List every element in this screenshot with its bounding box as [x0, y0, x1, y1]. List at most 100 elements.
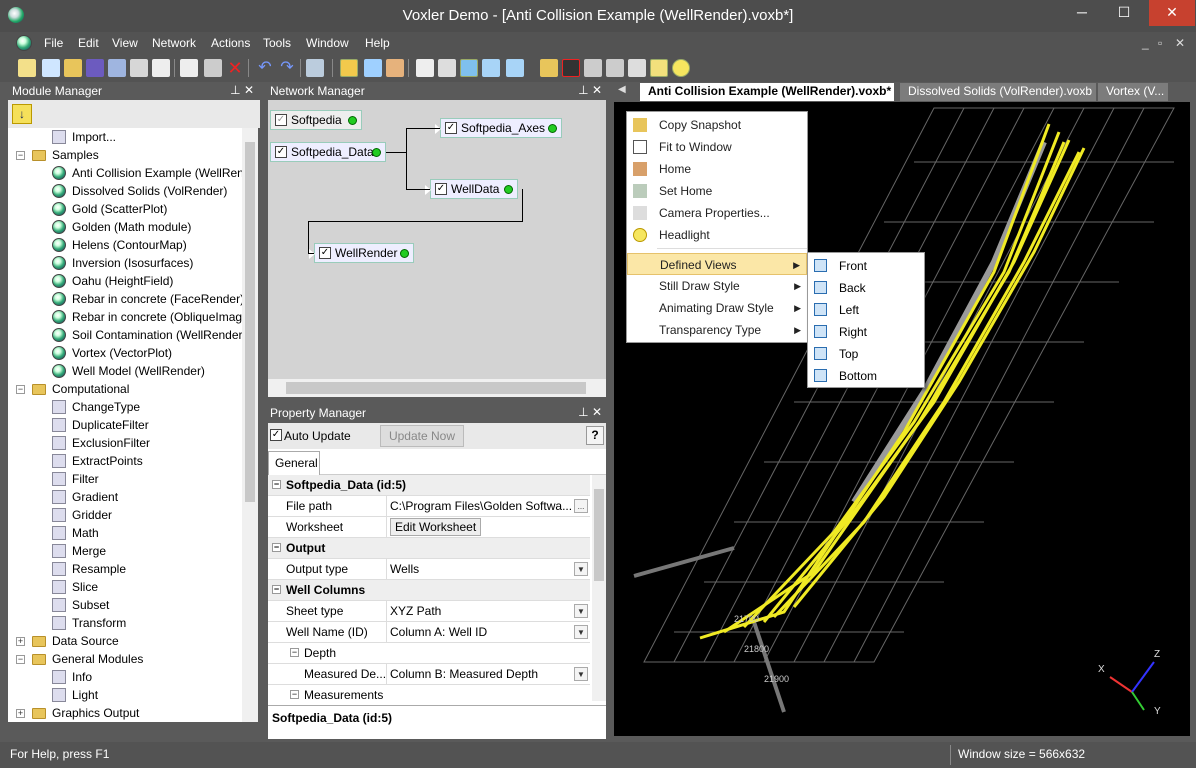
menu-edit[interactable]: Edit — [78, 36, 99, 50]
menu-network[interactable]: Network — [152, 36, 196, 50]
menu-help[interactable]: Help — [365, 36, 390, 50]
tree-item[interactable]: Merge — [8, 542, 240, 560]
redo-icon[interactable]: ↷ — [278, 59, 296, 77]
tab-dissolved-solids[interactable]: Dissolved Solids (VolRender).voxb — [900, 83, 1096, 101]
camera-properties-icon[interactable] — [628, 59, 646, 77]
menu-item-home[interactable]: Home — [627, 158, 807, 180]
menu-item-front[interactable]: Front — [808, 255, 924, 277]
tree-item[interactable]: Inversion (Isosurfaces) — [8, 254, 240, 272]
node-checkbox[interactable]: ✓ — [435, 183, 447, 195]
tree-item[interactable]: Transform — [8, 614, 240, 632]
property-value[interactable]: Column A: Well ID ▼ — [386, 622, 590, 642]
collapse-icon[interactable]: − — [272, 585, 281, 594]
perspective-icon[interactable] — [460, 59, 478, 77]
dropdown-arrow-icon[interactable]: ▼ — [574, 562, 588, 576]
menu-item-animating-draw-style[interactable]: Animating Draw Style ▶ — [627, 297, 807, 319]
mdi-minimize-button[interactable]: _ — [1142, 36, 1149, 50]
tree-item[interactable]: Import... — [8, 128, 240, 146]
pin-icon[interactable]: ⊥ ✕ — [578, 405, 602, 419]
module-node-welldata[interactable]: ✓ WellData — [425, 179, 518, 199]
property-row[interactable]: File path C:\Program Files\Golden Softwa.… — [268, 496, 590, 517]
property-row[interactable]: Output type Wells ▼ — [268, 559, 590, 580]
whats-this-icon[interactable] — [306, 59, 324, 77]
fit-to-window-icon[interactable] — [416, 59, 434, 77]
network-canvas[interactable]: ✓ Softpedia ✓ Softpedia_Data ✓ Softpedia_Ax… — [268, 100, 606, 397]
copy-snapshot-icon[interactable] — [540, 59, 558, 77]
menu-item-right[interactable]: Right — [808, 321, 924, 343]
tree-item[interactable]: Anti Collision Example (WellRen — [8, 164, 244, 182]
paste-icon[interactable] — [204, 59, 222, 77]
tree-item[interactable]: Rebar in concrete (ObliqueImag — [8, 308, 242, 326]
menu-item-headlight[interactable]: Headlight — [627, 224, 807, 246]
menu-actions[interactable]: Actions — [211, 36, 250, 50]
tab-anti-collision[interactable]: Anti Collision Example (WellRender).voxb… — [640, 83, 894, 101]
tree-item[interactable]: − General Modules — [8, 650, 240, 668]
delete-icon[interactable]: ✕ — [226, 59, 244, 77]
scrollbar-thumb[interactable] — [286, 382, 586, 394]
tree-item[interactable]: Math — [8, 524, 240, 542]
collapse-icon[interactable]: − — [16, 385, 25, 394]
node-checkbox[interactable]: ✓ — [319, 247, 331, 259]
undo-icon[interactable]: ↶ — [256, 59, 274, 77]
module-tree-scrollbar[interactable] — [242, 128, 258, 722]
pan-icon[interactable] — [386, 59, 404, 77]
property-row[interactable]: Worksheet Edit Worksheet — [268, 517, 590, 538]
home-icon[interactable] — [584, 59, 602, 77]
module-node-softpedia-axes[interactable]: ✓ Softpedia_Axes — [435, 118, 562, 138]
tree-item[interactable]: Light — [8, 686, 240, 704]
dropdown-arrow-icon[interactable]: ▼ — [574, 667, 588, 681]
set-home-icon[interactable] — [606, 59, 624, 77]
menu-view[interactable]: View — [112, 36, 138, 50]
tree-item[interactable]: Oahu (HeightField) — [8, 272, 240, 290]
new-network-icon[interactable] — [42, 59, 60, 77]
tree-item[interactable]: − Samples — [8, 146, 240, 164]
tree-item[interactable]: Well Model (WellRender) — [8, 362, 240, 380]
tree-item[interactable]: Subset — [8, 596, 240, 614]
menu-item-back[interactable]: Back — [808, 277, 924, 299]
menu-tools[interactable]: Tools — [263, 36, 291, 50]
tree-item[interactable]: ExclusionFilter — [8, 434, 240, 452]
tree-item[interactable]: DuplicateFilter — [8, 416, 240, 434]
collapse-icon[interactable]: − — [272, 480, 281, 489]
menu-window[interactable]: Window — [306, 36, 349, 50]
tab-scroll-left-icon[interactable]: ◀ — [618, 84, 626, 95]
menu-item-set-home[interactable]: Set Home — [627, 180, 807, 202]
property-scrollbar[interactable] — [592, 475, 606, 701]
tree-item[interactable]: Resample — [8, 560, 240, 578]
pin-icon[interactable]: ⊥ ✕ — [578, 83, 602, 97]
pin-icon[interactable]: ⊥ ✕ — [230, 83, 254, 97]
mdi-close-button[interactable]: ✕ — [1175, 36, 1185, 50]
node-checkbox[interactable]: ✓ — [275, 114, 287, 126]
tree-item[interactable]: + Graphics Output — [8, 704, 240, 722]
tree-item[interactable]: Vortex (VectorPlot) — [8, 344, 240, 362]
headlight-icon[interactable] — [672, 59, 690, 77]
expand-icon[interactable]: + — [16, 709, 25, 718]
close-button[interactable]: ✕ — [1149, 0, 1195, 26]
tree-item[interactable]: Info — [8, 668, 240, 686]
dropdown-arrow-icon[interactable]: ▼ — [574, 604, 588, 618]
tree-item[interactable]: Filter — [8, 470, 240, 488]
document-icon[interactable] — [16, 35, 32, 51]
print-icon[interactable] — [152, 59, 170, 77]
menu-item-bottom[interactable]: Bottom — [808, 365, 924, 387]
tree-item[interactable]: ChangeType — [8, 398, 240, 416]
menu-item-still-draw-style[interactable]: Still Draw Style ▶ — [627, 275, 807, 297]
orthographic-icon[interactable] — [482, 59, 500, 77]
collapse-icon[interactable]: − — [16, 655, 25, 664]
maximize-button[interactable]: ☐ — [1107, 0, 1141, 26]
scrollbar-thumb[interactable] — [594, 489, 604, 581]
node-checkbox[interactable]: ✓ — [275, 146, 287, 158]
select-icon[interactable] — [340, 59, 358, 77]
property-value[interactable]: C:\Program Files\Golden Softwa...... — [386, 496, 590, 516]
tree-item[interactable]: Soil Contamination (WellRender — [8, 326, 243, 344]
save-as-icon[interactable] — [108, 59, 126, 77]
menu-item-fit-to-window[interactable]: Fit to Window — [627, 136, 807, 158]
zoom-icon[interactable] — [364, 59, 382, 77]
module-node-wellrender[interactable]: ✓ WellRender — [309, 243, 414, 263]
module-node-softpedia-data[interactable]: ✓ Softpedia_Data — [270, 142, 386, 162]
property-value[interactable]: Edit Worksheet — [386, 517, 590, 537]
collapse-icon[interactable]: − — [272, 543, 281, 552]
tree-item[interactable]: Rebar in concrete (FaceRender) — [8, 290, 244, 308]
tree-item[interactable]: Gold (ScatterPlot) — [8, 200, 240, 218]
update-now-button[interactable]: Update Now — [380, 425, 464, 447]
